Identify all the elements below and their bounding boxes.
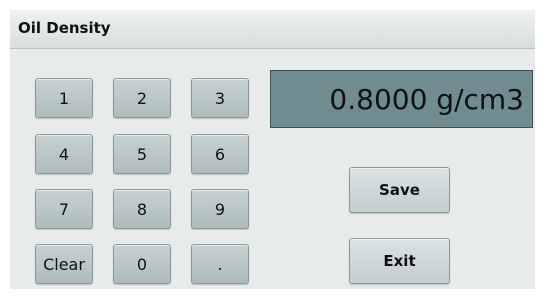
key-0[interactable]: 0 [113,244,171,284]
key-2[interactable]: 2 [113,78,171,118]
key-1[interactable]: 1 [35,78,93,118]
save-button[interactable]: Save [349,167,450,213]
key-4[interactable]: 4 [35,134,93,174]
exit-button[interactable]: Exit [349,238,450,284]
value-display: 0.8000 g/cm3 [270,70,533,128]
key-8[interactable]: 8 [113,189,171,229]
key-clear[interactable]: Clear [35,244,93,284]
key-6[interactable]: 6 [191,134,249,174]
key-3[interactable]: 3 [191,78,249,118]
key-decimal-point[interactable]: . [191,244,249,284]
title-bar: Oil Density [10,10,535,49]
dialog-title: Oil Density [18,19,111,37]
key-5[interactable]: 5 [113,134,171,174]
key-9[interactable]: 9 [191,189,249,229]
density-value: 0.8000 g/cm3 [329,82,524,116]
key-7[interactable]: 7 [35,189,93,229]
oil-density-dialog: Oil Density 1 2 3 4 5 6 7 8 9 Clear 0 . … [0,0,547,302]
